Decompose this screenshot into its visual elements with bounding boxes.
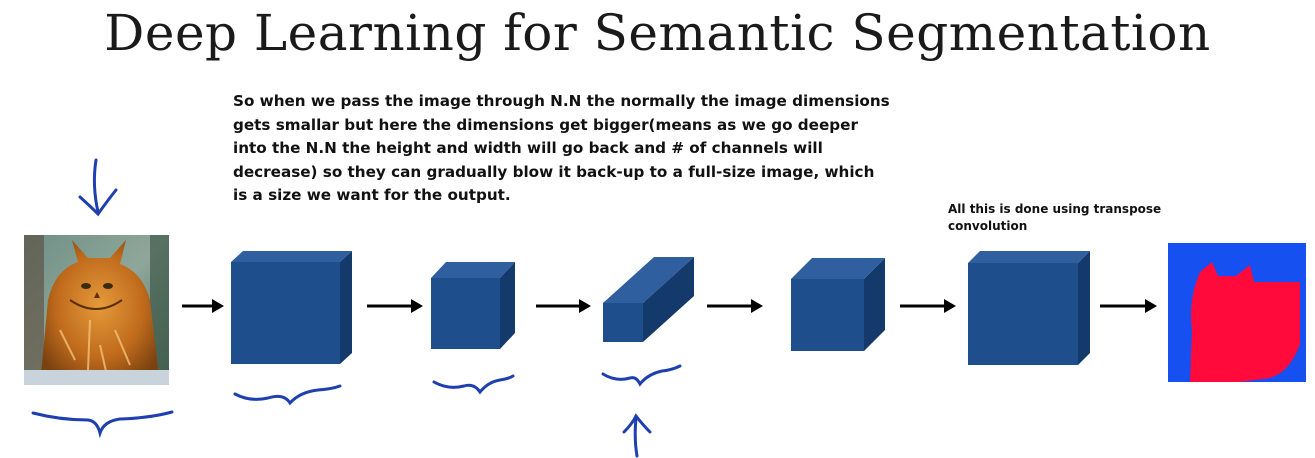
- handwritten-brace-icon: [432, 374, 515, 395]
- segmentation-mask-output: [1168, 243, 1306, 382]
- feature-map-box-4: [791, 258, 885, 351]
- arrow-right-icon: [707, 299, 763, 313]
- feature-map-box-3: [603, 257, 694, 342]
- arrow-right-icon: [536, 299, 591, 313]
- arrow-right-icon: [900, 299, 956, 313]
- arrow-right-icon: [182, 299, 224, 313]
- arrow-right-icon: [367, 299, 423, 313]
- handwritten-brace-icon: [233, 384, 342, 406]
- handwritten-arrow-icon: [622, 413, 652, 458]
- handwritten-brace-icon: [31, 410, 174, 439]
- handwritten-arrow-icon: [78, 158, 118, 217]
- network-diagram: [24, 158, 1306, 458]
- arrow-right-icon: [1100, 299, 1157, 313]
- cat-input-image: [24, 235, 169, 385]
- feature-map-box-5: [968, 251, 1090, 365]
- handwritten-brace-icon: [601, 364, 682, 387]
- feature-map-box-2: [431, 262, 515, 349]
- feature-map-box-1: [231, 251, 352, 364]
